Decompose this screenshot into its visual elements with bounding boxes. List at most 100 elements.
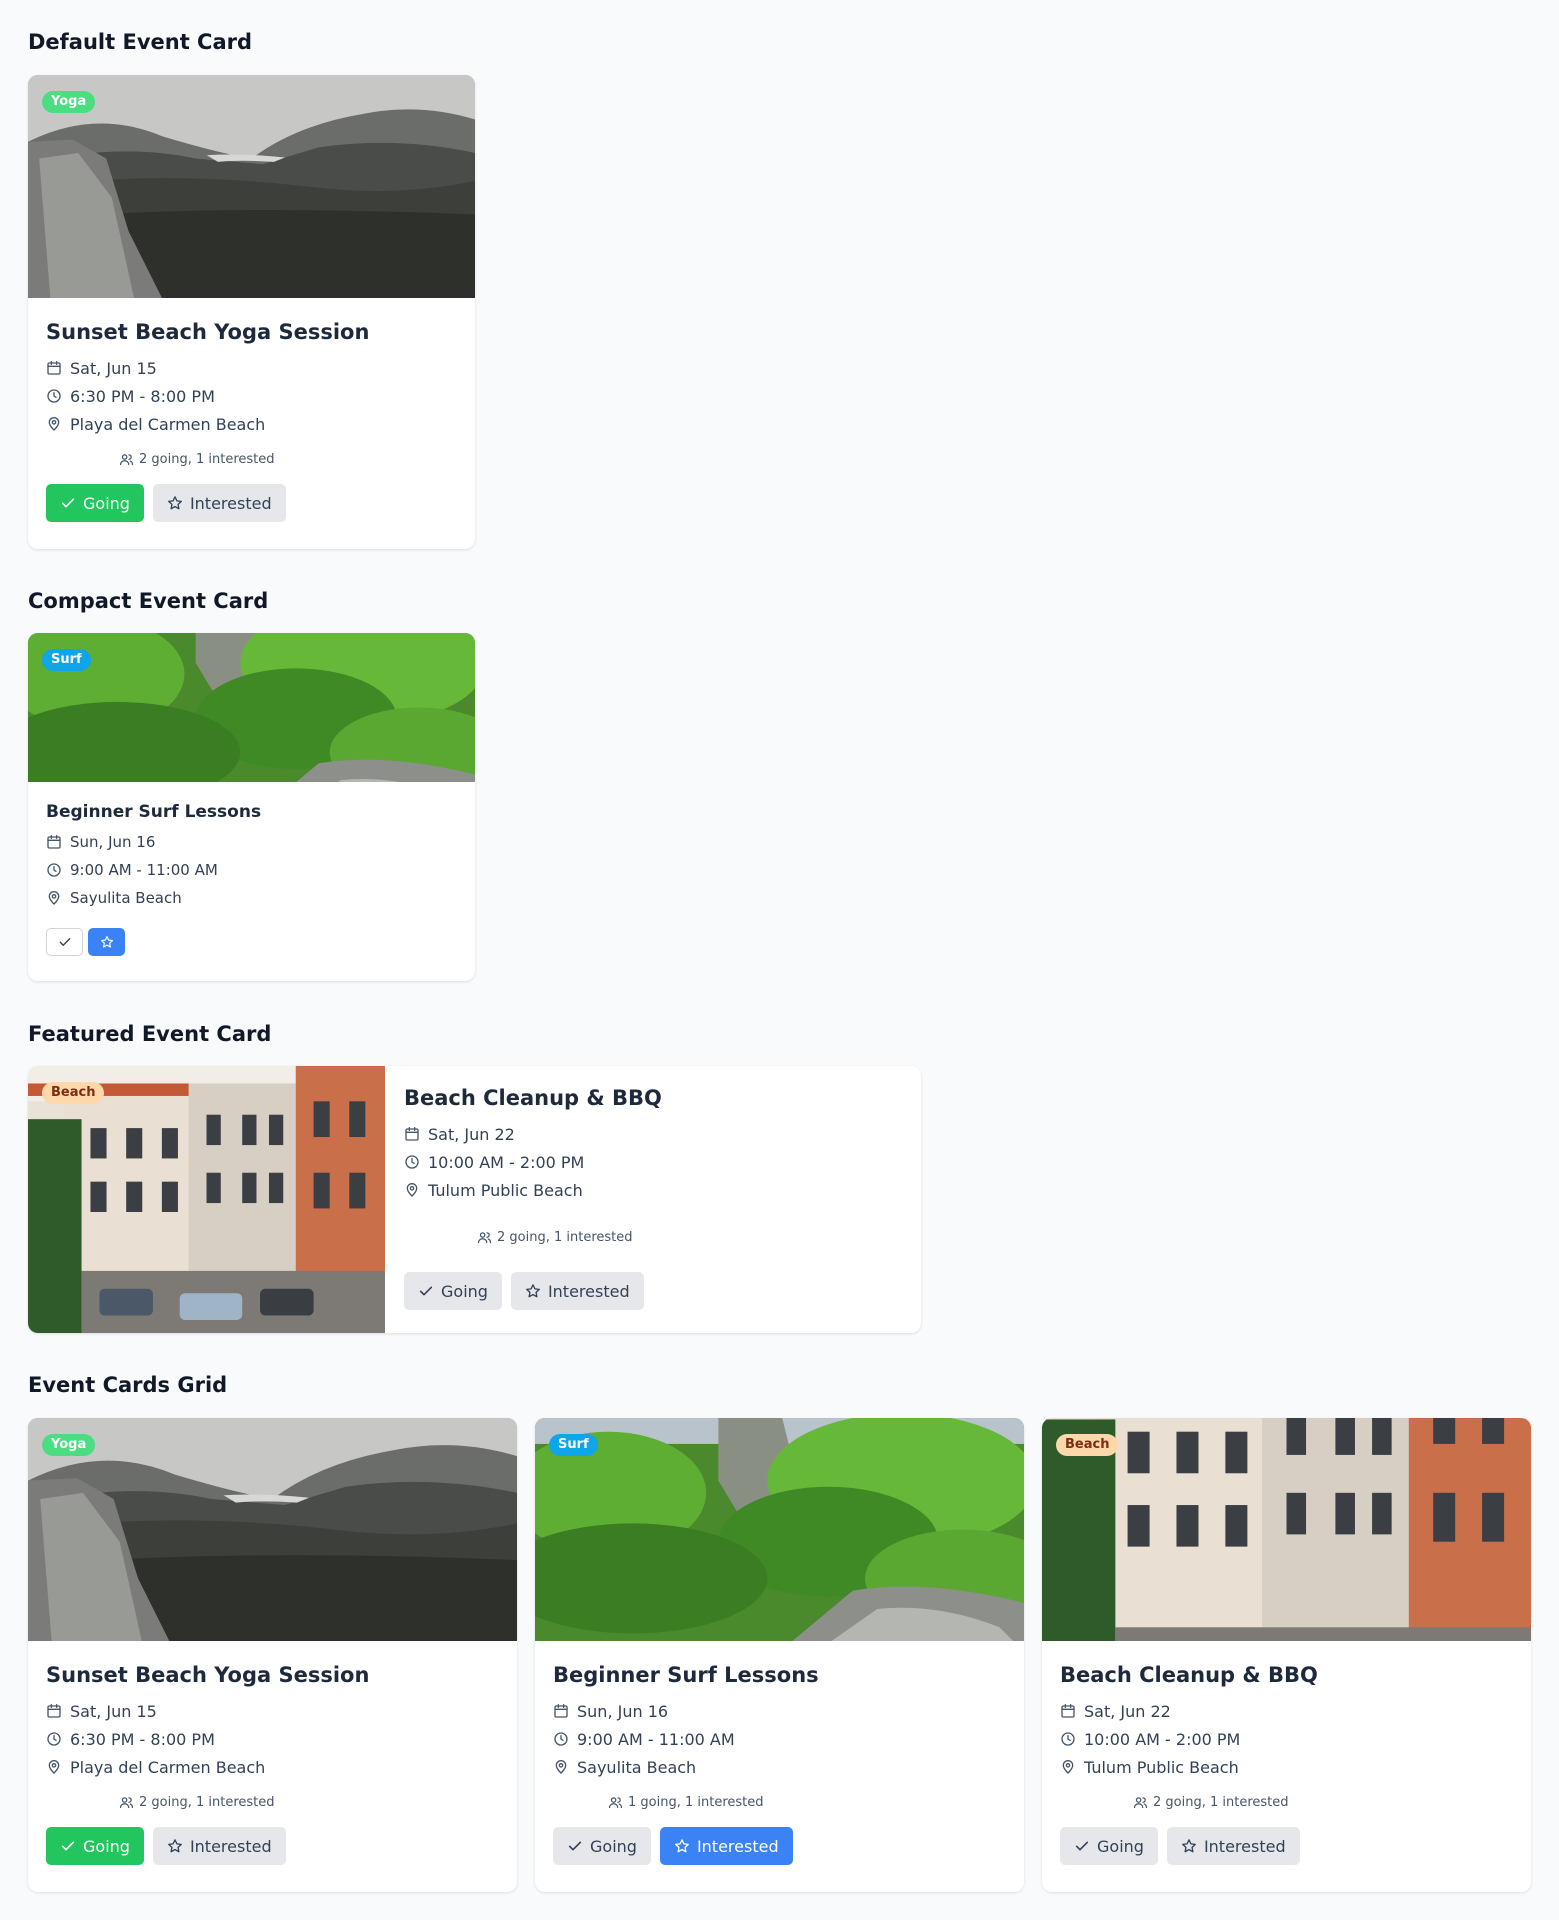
event-time: 6:30 PM - 8:00 PM [70,1729,215,1749]
clock-icon [404,1154,420,1170]
category-badge: Surf [42,649,91,672]
event-location: Tulum Public Beach [1084,1757,1239,1777]
forest-landscape-image [535,1418,1024,1641]
going-label: Going [83,1836,130,1856]
interested-button[interactable]: Interested [1166,1827,1300,1865]
calendar-icon [404,1126,420,1142]
event-title: Sunset Beach Yoga Session [46,1663,370,1687]
default-event-card[interactable]: Yoga Sunset Beach Yoga Session Sat, Jun … [28,75,475,549]
clock-icon [46,1731,62,1747]
category-badge: Surf [549,1434,598,1457]
going-button[interactable]: Going [404,1272,502,1310]
check-icon [58,935,72,949]
interested-label: Interested [189,493,272,513]
check-icon [60,495,76,511]
calendar-icon [553,1703,569,1719]
category-badge: Yoga [42,91,96,114]
interested-button[interactable]: Interested [510,1272,644,1310]
going-button[interactable]: Going [553,1827,651,1865]
going-label: Going [1097,1836,1144,1856]
star-icon [525,1283,541,1299]
users-icon [119,452,134,467]
event-image: Beach [28,1066,385,1333]
star-icon [100,935,114,949]
event-date: Sat, Jun 15 [70,1701,157,1721]
category-badge: Beach [42,1082,105,1105]
event-image: Surf [28,633,475,782]
going-button[interactable]: Going [1060,1827,1158,1865]
calendar-icon [46,834,62,850]
interested-icon-button[interactable] [88,928,125,956]
event-time: 9:00 AM - 11:00 AM [70,861,218,879]
compact-event-card[interactable]: Surf Beginner Surf Lessons Sun, Jun 16 9… [28,633,475,981]
featured-event-card[interactable]: Beach Beach Cleanup & BBQ Sat, Jun 22 10… [28,1066,921,1333]
mountain-landscape-image [28,1418,517,1641]
users-icon [1133,1795,1148,1810]
section-title-featured: Featured Event Card [28,1022,272,1046]
users-icon [477,1230,492,1245]
calendar-icon [1060,1703,1076,1719]
clock-icon [1060,1731,1076,1747]
event-date: Sat, Jun 15 [70,358,157,378]
town-street-image [28,1066,385,1333]
going-button[interactable]: Going [46,484,144,522]
event-location: Sayulita Beach [577,1757,697,1777]
event-location: Playa del Carmen Beach [70,414,266,434]
grid-event-card-beach[interactable]: Beach Beach Cleanup & BBQ Sat, Jun 22 10… [1042,1418,1531,1892]
event-image: Yoga [28,75,475,298]
attendance-stats: 2 going, 1 interested [139,452,275,467]
event-image: Surf [535,1418,1024,1641]
event-time: 10:00 AM - 2:00 PM [1084,1729,1241,1749]
interested-button[interactable]: Interested [659,1827,793,1865]
clock-icon [46,862,62,878]
event-time: 9:00 AM - 11:00 AM [577,1729,735,1749]
map-pin-icon [1060,1759,1076,1775]
star-icon [167,495,183,511]
event-image: Beach [1042,1418,1531,1641]
category-badge: Beach [1056,1434,1119,1457]
map-pin-icon [553,1759,569,1775]
star-icon [1181,1838,1197,1854]
map-pin-icon [46,890,62,906]
grid-event-card-surf[interactable]: Surf Beginner Surf Lessons Sun, Jun 16 9… [535,1418,1024,1892]
event-time: 10:00 AM - 2:00 PM [428,1152,585,1172]
event-date: Sun, Jun 16 [70,833,156,851]
attendance-stats: 2 going, 1 interested [1153,1795,1289,1810]
event-image: Yoga [28,1418,517,1641]
event-title: Beach Cleanup & BBQ [1060,1663,1318,1687]
star-icon [167,1838,183,1854]
interested-button[interactable]: Interested [152,484,286,522]
going-label: Going [590,1836,637,1856]
mountain-landscape-image [28,75,475,298]
attendance-stats: 1 going, 1 interested [628,1795,764,1810]
section-title-grid: Event Cards Grid [28,1373,228,1397]
clock-icon [46,388,62,404]
event-time: 6:30 PM - 8:00 PM [70,386,215,406]
attendance-stats: 2 going, 1 interested [497,1230,633,1245]
section-title-default: Default Event Card [28,30,253,54]
check-icon [567,1838,583,1854]
calendar-icon [46,360,62,376]
event-location: Sayulita Beach [70,889,182,907]
going-button[interactable]: Going [46,1827,144,1865]
users-icon [608,1795,623,1810]
interested-button[interactable]: Interested [152,1827,286,1865]
going-label: Going [83,493,130,513]
attendance-stats: 2 going, 1 interested [139,1795,275,1810]
category-badge: Yoga [42,1434,96,1457]
grid-event-card-yoga[interactable]: Yoga Sunset Beach Yoga Session Sat, Jun … [28,1418,517,1892]
going-icon-button[interactable] [46,928,83,956]
event-location: Playa del Carmen Beach [70,1757,266,1777]
forest-landscape-image [28,633,475,782]
event-title: Beach Cleanup & BBQ [404,1086,662,1110]
star-icon [674,1838,690,1854]
event-date: Sat, Jun 22 [1084,1701,1171,1721]
map-pin-icon [404,1182,420,1198]
check-icon [1074,1838,1090,1854]
interested-label: Interested [547,1281,630,1301]
map-pin-icon [46,1759,62,1775]
map-pin-icon [46,416,62,432]
check-icon [60,1838,76,1854]
interested-label: Interested [189,1836,272,1856]
interested-label: Interested [1203,1836,1286,1856]
